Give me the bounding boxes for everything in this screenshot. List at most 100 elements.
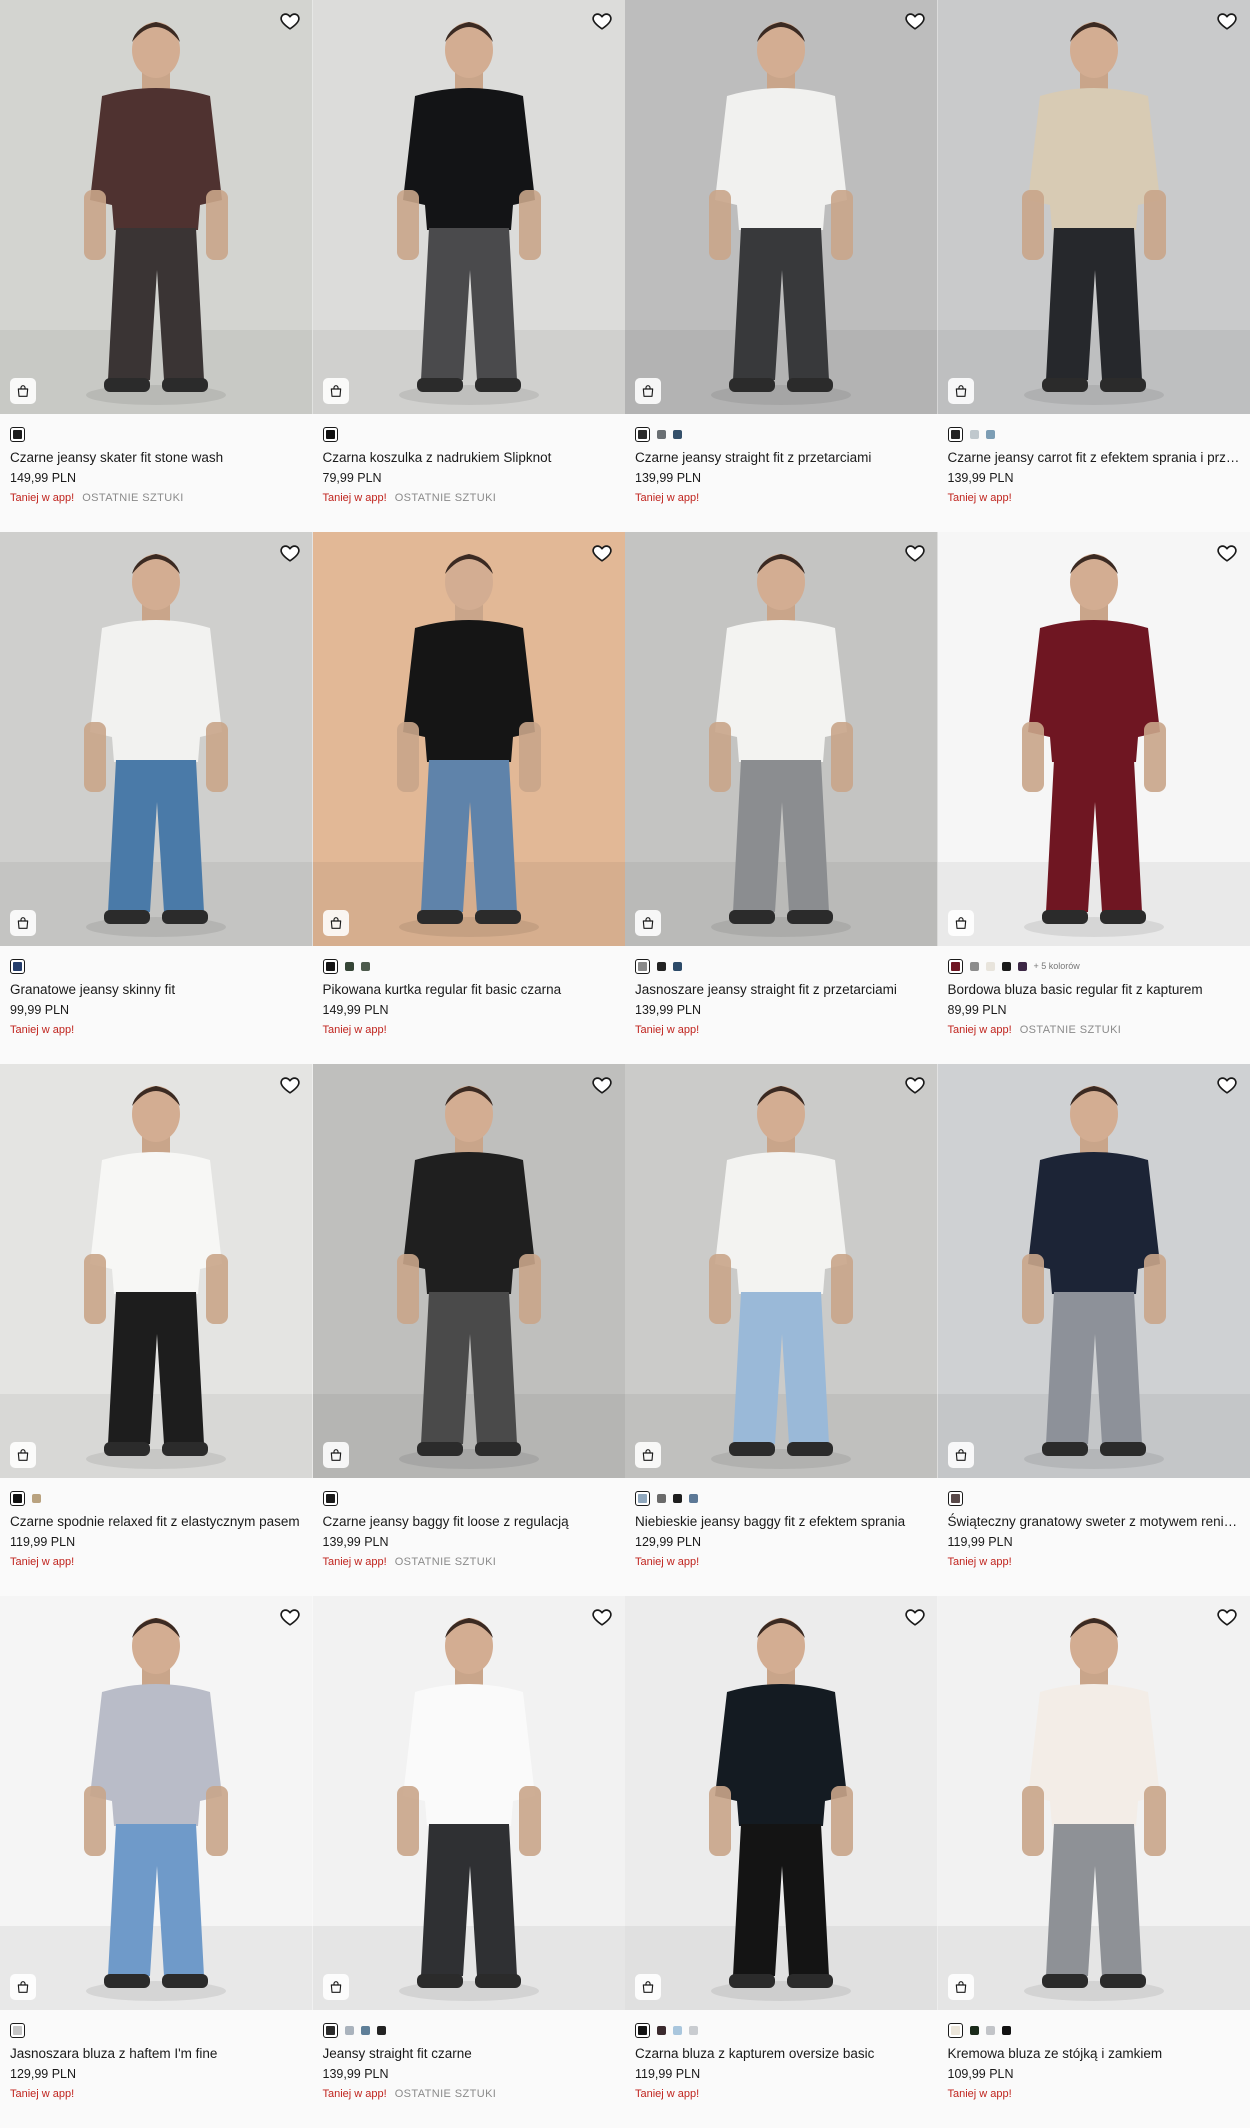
heart-icon[interactable] [904, 10, 926, 32]
color-swatch-selected[interactable] [322, 2022, 338, 2038]
heart-icon[interactable] [279, 1606, 301, 1628]
product-image[interactable] [0, 1064, 313, 1478]
product-name[interactable]: Czarne jeansy skater fit stone wash [10, 449, 303, 467]
color-swatch-selected[interactable] [322, 1490, 338, 1506]
heart-icon[interactable] [591, 1606, 613, 1628]
shopping-bag-icon[interactable] [10, 910, 36, 936]
product-card[interactable]: Czarna koszulka z nadrukiem Slipknot 79,9… [312, 0, 625, 532]
color-swatch-selected[interactable] [10, 2022, 25, 2038]
product-image[interactable] [937, 0, 1250, 414]
shopping-bag-icon[interactable] [635, 378, 661, 404]
color-swatch-selected[interactable] [10, 426, 25, 442]
color-swatch[interactable] [1017, 961, 1027, 971]
product-name[interactable]: Czarna koszulka z nadrukiem Slipknot [323, 449, 616, 467]
shopping-bag-icon[interactable] [947, 378, 974, 404]
color-swatch[interactable] [985, 429, 995, 439]
product-name[interactable]: Pikowana kurtka regular fit basic czarna [323, 981, 616, 999]
product-card[interactable]: Jasnoszara bluza z haftem I'm fine 129,99… [0, 1596, 313, 2128]
color-swatch[interactable] [985, 961, 995, 971]
product-name[interactable]: Czarne jeansy baggy fit loose z regulacj… [323, 1513, 616, 1531]
product-image[interactable] [625, 532, 938, 946]
color-swatch-selected[interactable] [322, 958, 338, 974]
shopping-bag-icon[interactable] [947, 1974, 974, 2000]
more-colors-label[interactable]: + 5 kolorów [1034, 961, 1080, 971]
product-card[interactable]: Granatowe jeansy skinny fit 99,99 PLN Tani… [0, 532, 313, 1064]
product-name[interactable]: Świąteczny granatowy sweter z motywem re… [948, 1513, 1241, 1531]
product-card[interactable]: Czarne jeansy carrot fit z efektem spran… [937, 0, 1250, 532]
shopping-bag-icon[interactable] [322, 1974, 349, 2000]
color-swatch-selected[interactable] [322, 426, 338, 442]
color-swatch[interactable] [376, 2025, 386, 2035]
product-name[interactable]: Bordowa bluza basic regular fit z kaptur… [948, 981, 1241, 999]
heart-icon[interactable] [1216, 1074, 1238, 1096]
color-swatch[interactable] [32, 1493, 41, 1503]
product-image[interactable] [937, 1596, 1250, 2010]
shopping-bag-icon[interactable] [10, 1442, 36, 1468]
shopping-bag-icon[interactable] [322, 378, 349, 404]
shopping-bag-icon[interactable] [10, 378, 36, 404]
product-name[interactable]: Czarna bluza z kapturem oversize basic [635, 2045, 928, 2063]
product-image[interactable] [625, 0, 938, 414]
product-image[interactable] [625, 1064, 938, 1478]
heart-icon[interactable] [904, 542, 926, 564]
color-swatch[interactable] [657, 429, 666, 439]
color-swatch-selected[interactable] [947, 958, 963, 974]
shopping-bag-icon[interactable] [947, 910, 974, 936]
heart-icon[interactable] [591, 1074, 613, 1096]
product-card[interactable]: Jasnoszare jeansy straight fit z przetar… [625, 532, 938, 1064]
shopping-bag-icon[interactable] [10, 1974, 36, 2000]
product-card[interactable]: Czarne spodnie relaxed fit z elastycznym… [0, 1064, 313, 1596]
product-name[interactable]: Kremowa bluza ze stójką i zamkiem [948, 2045, 1241, 2063]
product-name[interactable]: Niebieskie jeansy baggy fit z efektem sp… [635, 1513, 928, 1531]
color-swatch[interactable] [689, 1493, 698, 1503]
color-swatch[interactable] [673, 1493, 682, 1503]
product-card[interactable]: Czarna bluza z kapturem oversize basic 11… [625, 1596, 938, 2128]
color-swatch-selected[interactable] [947, 426, 963, 442]
product-name[interactable]: Czarne jeansy carrot fit z efektem spran… [948, 449, 1241, 467]
product-image[interactable] [937, 1064, 1250, 1478]
shopping-bag-icon[interactable] [635, 910, 661, 936]
color-swatch[interactable] [344, 2025, 354, 2035]
color-swatch[interactable] [673, 429, 682, 439]
product-name[interactable]: Granatowe jeansy skinny fit [10, 981, 303, 999]
heart-icon[interactable] [1216, 10, 1238, 32]
product-image[interactable] [0, 532, 313, 946]
product-name[interactable]: Czarne spodnie relaxed fit z elastycznym… [10, 1513, 303, 1531]
color-swatch[interactable] [985, 2025, 995, 2035]
heart-icon[interactable] [1216, 1606, 1238, 1628]
color-swatch-selected[interactable] [947, 1490, 963, 1506]
product-card[interactable]: Świąteczny granatowy sweter z motywem re… [937, 1064, 1250, 1596]
product-image[interactable] [312, 1596, 625, 2010]
product-name[interactable]: Jasnoszara bluza z haftem I'm fine [10, 2045, 303, 2063]
product-card[interactable]: Czarne jeansy skater fit stone wash 149,9… [0, 0, 313, 532]
color-swatch[interactable] [657, 1493, 666, 1503]
color-swatch[interactable] [1001, 961, 1011, 971]
product-card[interactable]: Niebieskie jeansy baggy fit z efektem sp… [625, 1064, 938, 1596]
color-swatch[interactable] [344, 961, 354, 971]
color-swatch[interactable] [360, 961, 370, 971]
heart-icon[interactable] [904, 1606, 926, 1628]
color-swatch-selected[interactable] [635, 958, 650, 974]
heart-icon[interactable] [279, 10, 301, 32]
product-card[interactable]: Czarne jeansy straight fit z przetarciam… [625, 0, 938, 532]
heart-icon[interactable] [591, 10, 613, 32]
product-image[interactable] [0, 1596, 313, 2010]
color-swatch[interactable] [657, 2025, 666, 2035]
color-swatch-selected[interactable] [10, 1490, 25, 1506]
color-swatch[interactable] [673, 2025, 682, 2035]
color-swatch-selected[interactable] [635, 426, 650, 442]
color-swatch[interactable] [657, 961, 666, 971]
shopping-bag-icon[interactable] [322, 910, 349, 936]
color-swatch-selected[interactable] [947, 2022, 963, 2038]
color-swatch[interactable] [969, 961, 979, 971]
product-image[interactable] [312, 0, 625, 414]
color-swatch-selected[interactable] [635, 1490, 650, 1506]
color-swatch[interactable] [969, 429, 979, 439]
color-swatch-selected[interactable] [10, 958, 25, 974]
product-image[interactable] [937, 532, 1250, 946]
shopping-bag-icon[interactable] [322, 1442, 349, 1468]
color-swatch[interactable] [360, 2025, 370, 2035]
product-card[interactable]: Kremowa bluza ze stójką i zamkiem 109,99 … [937, 1596, 1250, 2128]
product-image[interactable] [625, 1596, 938, 2010]
color-swatch[interactable] [689, 2025, 698, 2035]
